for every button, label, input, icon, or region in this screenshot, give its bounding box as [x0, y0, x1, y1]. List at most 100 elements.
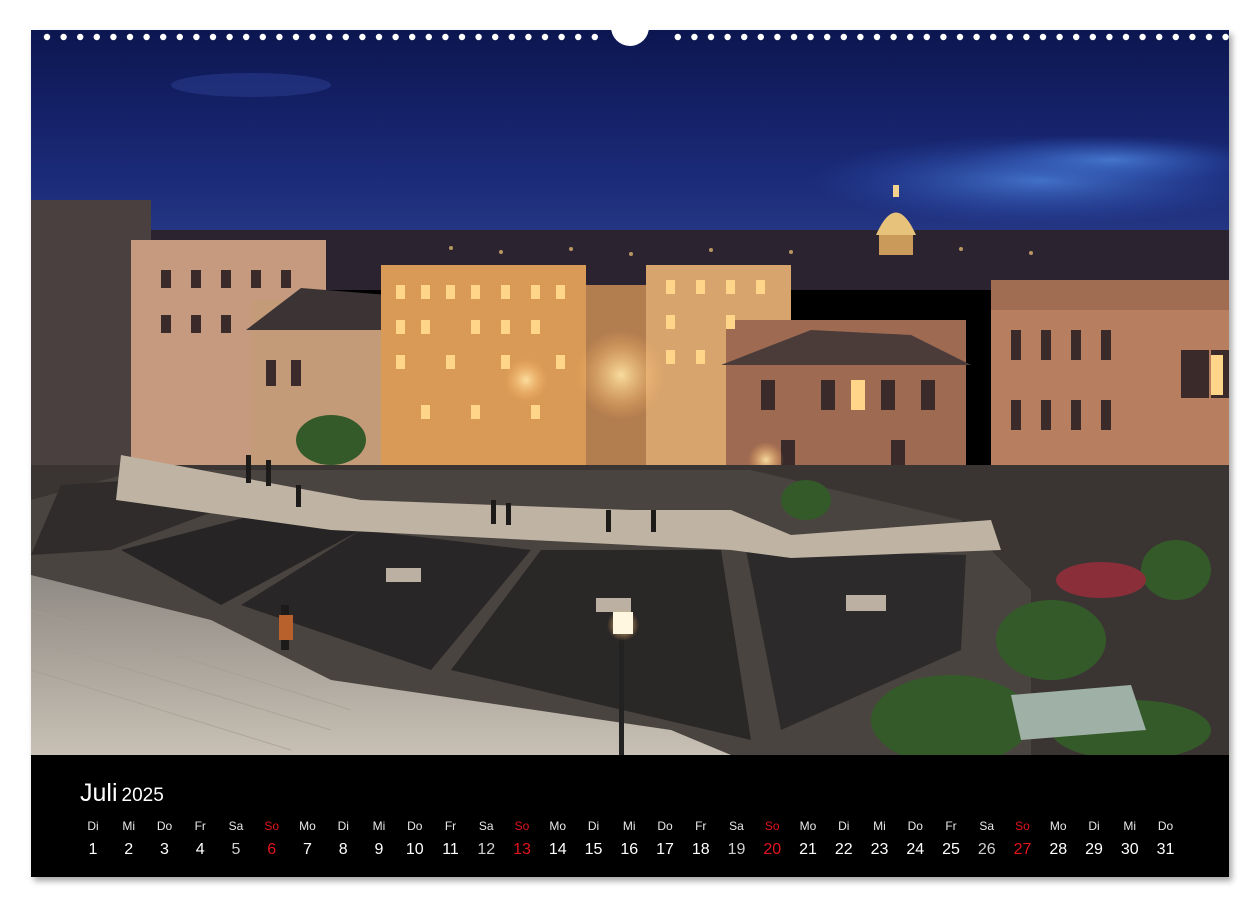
- binding-hole: [890, 33, 897, 41]
- day-cell: Di 8: [325, 819, 361, 860]
- day-weekday: Di: [838, 819, 850, 833]
- day-weekday: Fr: [695, 819, 707, 833]
- binding-hole: [259, 33, 266, 41]
- day-number: 27: [1013, 841, 1032, 858]
- binding-hole: [691, 33, 698, 41]
- day-cell: Do 3: [147, 819, 183, 860]
- binding-hole: [458, 33, 466, 41]
- day-number: 22: [834, 841, 853, 858]
- day-cell: Di 29: [1076, 819, 1112, 860]
- day-cell: Mi 30: [1112, 819, 1148, 860]
- binding-hole: [392, 33, 399, 41]
- day-cell: Mo 28: [1040, 819, 1076, 860]
- day-weekday: Do: [156, 819, 173, 833]
- binding-hole: [541, 33, 549, 41]
- binding-hole: [226, 33, 233, 41]
- day-cell: Sa 26: [969, 819, 1005, 860]
- binding-hole: [990, 33, 997, 41]
- day-number: 7: [303, 841, 312, 858]
- binding-hole: [1056, 33, 1063, 41]
- binding-hole: [110, 33, 117, 41]
- day-cell: So 6: [254, 819, 290, 860]
- day-cell: Fr 18: [683, 819, 719, 860]
- day-number: 29: [1085, 841, 1103, 858]
- binding-hole: [923, 33, 930, 41]
- binding-hole: [774, 33, 781, 41]
- binding-hole: [757, 33, 764, 41]
- binding-hole: [160, 33, 167, 41]
- day-weekday: Mi: [122, 819, 136, 833]
- day-cell: Do 10: [397, 819, 433, 860]
- day-cell: Di 15: [576, 819, 612, 860]
- day-cell: Mo 7: [290, 819, 326, 860]
- day-cell: Mo 21: [790, 819, 826, 860]
- day-number: 12: [477, 841, 496, 858]
- binding-hole: [309, 33, 316, 41]
- day-number: 1: [88, 841, 98, 858]
- day-weekday: Do: [907, 819, 923, 833]
- binding-hole: [193, 33, 200, 41]
- binding-hole: [525, 33, 532, 41]
- binding-hole: [1139, 33, 1146, 41]
- day-number: 2: [124, 841, 134, 858]
- day-cell: Do 17: [647, 819, 683, 860]
- day-cell: So 13: [504, 819, 540, 860]
- binding-hole: [276, 33, 283, 41]
- binding-hole: [1222, 33, 1229, 41]
- day-cell: Mi 23: [862, 819, 898, 860]
- day-number: 21: [799, 841, 817, 858]
- day-number: 16: [620, 841, 639, 858]
- day-number: 14: [548, 841, 567, 858]
- binding-hole: [674, 33, 681, 41]
- month-name: Juli: [80, 779, 118, 807]
- day-weekday: So: [764, 819, 780, 833]
- day-weekday: Di: [337, 819, 349, 833]
- day-number: 6: [267, 841, 277, 858]
- binding-hole: [575, 33, 582, 41]
- day-cell: Mi 2: [111, 819, 147, 860]
- day-number: 15: [584, 841, 603, 858]
- binding-hole: [359, 33, 366, 41]
- day-weekday: Sa: [478, 819, 494, 833]
- binding-hole: [1106, 33, 1113, 41]
- binding-hole: [1039, 33, 1047, 41]
- day-weekday: Di: [87, 819, 99, 833]
- binding-hole: [1073, 33, 1080, 41]
- binding-hole: [508, 33, 515, 41]
- day-number: 3: [160, 841, 169, 858]
- day-weekday: Do: [407, 819, 423, 833]
- binding-hole: [1189, 33, 1196, 41]
- binding-hole: [724, 33, 731, 41]
- binding-hole: [741, 33, 748, 41]
- day-weekday: Sa: [228, 819, 244, 833]
- binding-hole: [907, 33, 914, 41]
- day-weekday: Di: [1088, 819, 1100, 833]
- day-cell: Di 22: [826, 819, 862, 860]
- day-weekday: So: [1015, 819, 1030, 833]
- day-cell: Do 24: [897, 819, 933, 860]
- day-number: 25: [942, 841, 960, 858]
- day-weekday: Mo: [299, 819, 316, 833]
- day-cell: Sa 5: [218, 819, 254, 860]
- day-number: 9: [374, 841, 384, 858]
- day-number: 5: [231, 841, 241, 858]
- hanger-hole: [611, 8, 649, 46]
- day-weekday: Do: [657, 819, 673, 833]
- day-number: 8: [338, 841, 348, 858]
- day-cell: Sa 12: [468, 819, 504, 860]
- binding-hole: [326, 33, 333, 41]
- day-number: 10: [405, 841, 424, 858]
- binding-hole: [492, 33, 499, 41]
- day-weekday: Fr: [945, 819, 957, 833]
- day-number: 13: [513, 841, 531, 858]
- binding-hole: [425, 33, 432, 41]
- binding-hole: [973, 33, 980, 41]
- day-weekday: Mo: [799, 819, 817, 833]
- binding-hole: [940, 33, 947, 41]
- month-year: 2025: [121, 785, 164, 806]
- binding-hole: [43, 33, 51, 41]
- day-cell: So 20: [754, 819, 790, 860]
- day-cell: Mi 16: [611, 819, 647, 860]
- night-city-photo: [31, 30, 1229, 755]
- day-number: 30: [1120, 841, 1139, 858]
